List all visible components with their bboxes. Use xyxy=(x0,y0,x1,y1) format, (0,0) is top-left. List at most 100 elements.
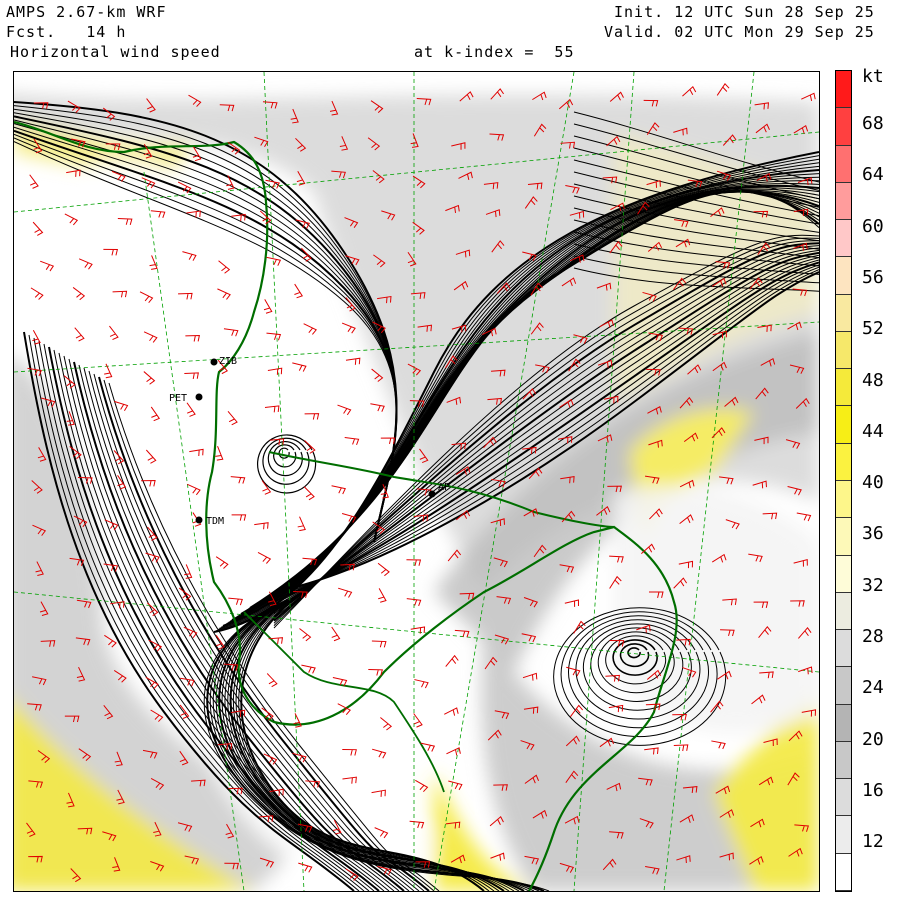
colorbar-segment xyxy=(836,816,851,854)
wind-barb xyxy=(143,331,158,343)
model-title: AMPS 2.67-km WRF xyxy=(6,3,167,21)
station-zib-dot xyxy=(210,358,218,366)
wind-barb xyxy=(345,357,361,365)
colorbar-segment xyxy=(836,182,851,221)
init-time: Init. 12 UTC Sun 28 Sep 25 xyxy=(614,3,875,21)
colorbar-tick-label: 44 xyxy=(862,420,884,442)
wind-barb xyxy=(64,213,79,226)
wind-barb xyxy=(445,654,459,667)
colorbar-segment xyxy=(836,294,851,332)
shade-white-east-low xyxy=(614,485,819,733)
wind-barb xyxy=(344,437,360,446)
vertical-level: at k-index = 55 xyxy=(414,43,575,61)
wind-barb xyxy=(147,602,159,617)
wind-barb xyxy=(139,291,154,304)
wind-barb xyxy=(409,820,425,829)
wind-barb xyxy=(337,404,352,416)
colorbar-tick-label: 36 xyxy=(862,523,884,545)
wind-barb xyxy=(490,852,505,861)
station-ap-dot xyxy=(428,490,436,498)
colorbar-segment xyxy=(836,257,851,295)
wind-barb xyxy=(448,780,463,791)
colorbar-tick-label: 60 xyxy=(862,215,884,237)
wind-barb xyxy=(29,174,39,189)
wind-barb xyxy=(72,287,86,301)
wind-barb xyxy=(368,668,383,676)
wind-barb xyxy=(414,679,429,689)
wind-barb xyxy=(66,169,81,177)
wind-barb xyxy=(564,599,579,607)
colorbar-tick-label: 64 xyxy=(862,164,884,186)
wind-barb xyxy=(303,486,315,501)
colorbar-segment xyxy=(836,779,851,817)
valid-time: Valid. 02 UTC Mon 29 Sep 25 xyxy=(604,23,875,41)
wind-barb xyxy=(380,717,393,731)
wind-barb xyxy=(372,748,387,759)
wind-barb xyxy=(30,287,44,300)
colorbar-tick-label: 16 xyxy=(862,779,884,801)
wind-barb xyxy=(338,587,353,598)
station-tdm-label: TDM xyxy=(206,516,224,527)
colorbar-tick-label: 68 xyxy=(862,113,884,134)
wind-barb xyxy=(801,92,816,101)
wind-barb xyxy=(179,704,190,719)
wind-barb xyxy=(331,626,341,642)
wind-barb xyxy=(103,563,119,572)
colorbar-tick-label: 56 xyxy=(862,266,884,288)
field-name: Horizontal wind speed xyxy=(10,43,221,61)
wind-barb xyxy=(370,403,385,412)
colorbar-segment xyxy=(836,443,851,481)
wind-barb xyxy=(716,83,730,96)
wind-barb xyxy=(342,748,357,756)
wind-barb xyxy=(711,740,726,750)
station-ap-label: AP xyxy=(438,482,450,493)
wind-barb xyxy=(413,713,423,728)
wind-barb xyxy=(371,789,386,797)
wind-barb xyxy=(74,327,85,342)
station-tdm-dot xyxy=(195,516,203,524)
wind-barb xyxy=(644,747,659,755)
wind-barb xyxy=(444,707,459,716)
colorbar-tick-label: 40 xyxy=(862,472,884,494)
colorbar-segment xyxy=(836,108,851,146)
colorbar-tick-label: 32 xyxy=(862,574,884,596)
wind-barb xyxy=(380,437,396,445)
wind-barb xyxy=(415,779,429,793)
colorbar-tick-label: 48 xyxy=(862,369,884,391)
wind-barb xyxy=(109,325,119,341)
colorbar-segment xyxy=(836,592,851,631)
wind-barb xyxy=(297,516,306,532)
wind-barb xyxy=(299,628,312,642)
wind-barb xyxy=(522,672,538,681)
wind-barb xyxy=(254,522,269,530)
forecast-hour: Fcst. 14 h xyxy=(6,23,127,41)
colorbar-unit: kt xyxy=(862,66,884,87)
station-pet-label: PET xyxy=(169,393,187,404)
wind-map-canvas: PET TDM ZIB AP xyxy=(14,72,819,891)
colorbar-segment xyxy=(836,741,851,780)
wind-barb xyxy=(292,362,307,372)
colorbar-segment xyxy=(836,481,851,519)
wind-barb xyxy=(331,485,346,495)
colorbar-segment xyxy=(836,555,851,593)
wind-barb xyxy=(410,626,426,634)
wind-barb xyxy=(32,221,44,236)
wind-barb xyxy=(608,704,624,713)
wind-barb xyxy=(257,551,272,564)
colorbar-segment xyxy=(836,704,851,742)
colorbar-segment xyxy=(836,406,851,444)
colorbar-segment xyxy=(836,667,851,705)
wind-barb xyxy=(103,248,119,256)
wind-barb xyxy=(673,744,689,752)
station-zib-label: ZIB xyxy=(219,356,237,367)
wind-barb xyxy=(112,290,128,298)
wind-barb xyxy=(40,260,55,272)
colorbar-segment xyxy=(836,145,851,183)
colorbar-tick-label: 24 xyxy=(862,677,884,699)
wind-barb xyxy=(145,449,157,464)
wind-map: PET TDM ZIB AP xyxy=(13,71,820,892)
wind-barb xyxy=(304,413,320,420)
wind-barb xyxy=(378,588,387,603)
wind-barb xyxy=(143,371,156,385)
colorbar-segment xyxy=(836,220,851,258)
